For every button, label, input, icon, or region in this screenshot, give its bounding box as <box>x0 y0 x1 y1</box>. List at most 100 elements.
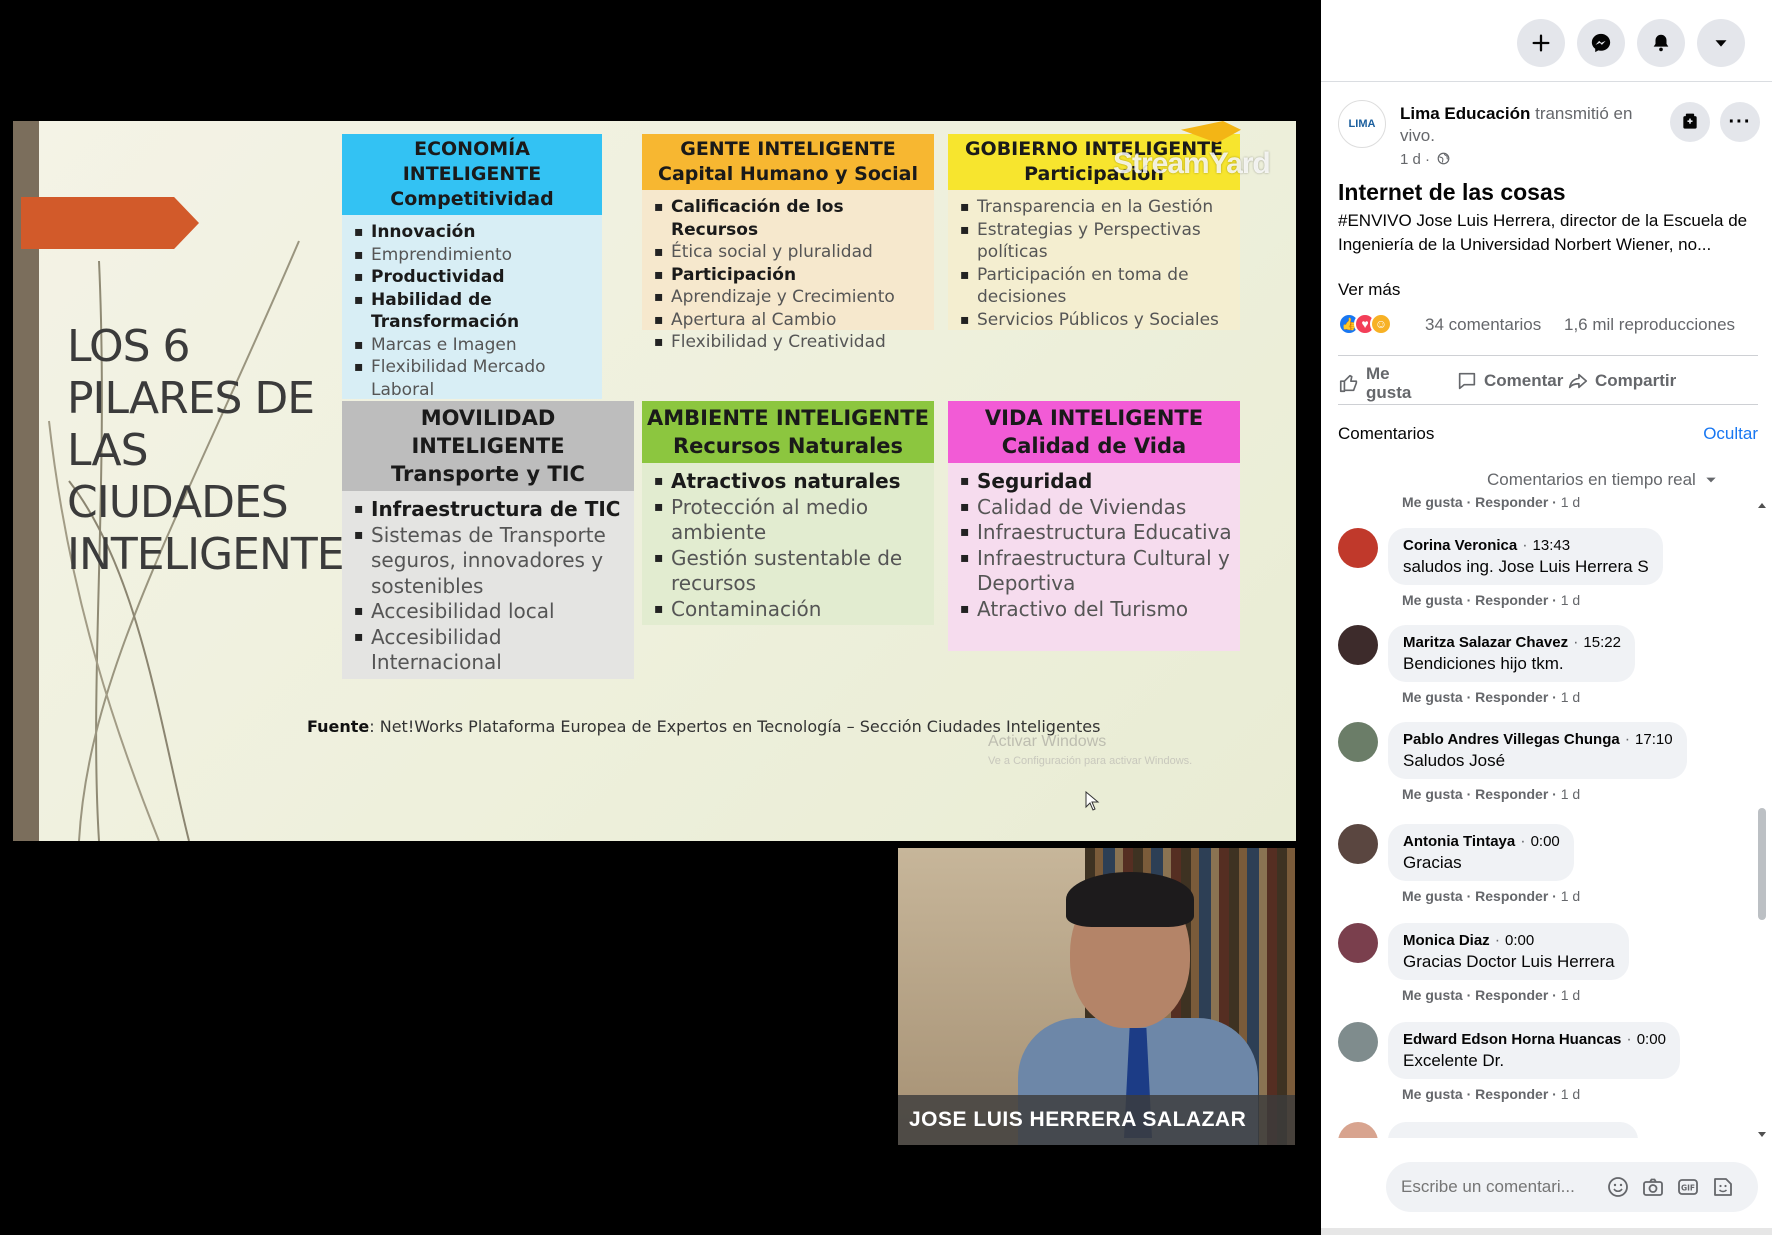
list-item: Innovación <box>354 221 596 244</box>
avatar[interactable] <box>1338 528 1378 568</box>
list-item: Infraestructura Educativa <box>960 520 1234 546</box>
messenger-icon <box>1591 33 1611 53</box>
like-button[interactable]: Me gusta <box>1338 364 1418 402</box>
avatar[interactable] <box>1338 1122 1378 1138</box>
comment-like-link[interactable]: Me gusta <box>1402 1086 1463 1102</box>
comment-like-link[interactable]: Me gusta <box>1402 888 1463 904</box>
sticker-icon[interactable] <box>1711 1175 1735 1199</box>
comment-timestamp[interactable]: 17:10 <box>1635 731 1673 748</box>
list-item: Emprendimiento <box>354 244 596 267</box>
messenger-button[interactable] <box>1577 19 1625 67</box>
list-item: Productividad <box>354 266 596 289</box>
gif-icon[interactable]: GIF <box>1676 1175 1700 1199</box>
box-header: GENTE INTELIGENTE Capital Humano y Social <box>642 134 934 190</box>
svg-text:GIF: GIF <box>1681 1184 1695 1193</box>
box-header: MOVILIDAD INTELIGENTE Transporte y TIC <box>342 401 634 491</box>
notifications-button[interactable] <box>1637 19 1685 67</box>
list-item: Calidad de Viviendas <box>960 495 1234 521</box>
comment-actions: Me gusta · Responder · 1 d <box>1402 888 1581 904</box>
box-gente: GENTE INTELIGENTE Capital Humano y Social… <box>642 134 934 353</box>
avatar[interactable] <box>1338 1022 1378 1062</box>
caret-down-icon <box>1715 40 1727 47</box>
comment-input[interactable] <box>1401 1162 1601 1212</box>
account-menu-button[interactable] <box>1697 19 1745 67</box>
avatar[interactable] <box>1338 625 1378 665</box>
box-body: Innovación Emprendimiento Productividad … <box>342 215 602 400</box>
comment-like-link[interactable]: Me gusta <box>1402 689 1463 705</box>
commenter-name[interactable]: Pablo Andres Villegas Chunga <box>1403 731 1620 748</box>
box-body: Transparencia en la Gestión Estrategias … <box>948 190 1240 331</box>
comment-text: Saludos José <box>1403 751 1506 770</box>
share-button[interactable]: Compartir <box>1567 370 1676 392</box>
comment-reply-link[interactable]: Responder <box>1475 786 1548 802</box>
speaker-hair <box>1066 872 1194 927</box>
list-item: Participación <box>654 264 928 287</box>
more-options-button[interactable]: ··· <box>1720 102 1760 142</box>
webcam-feed: JOSE LUIS HERRERA SALAZAR <box>898 848 1295 1145</box>
avatar[interactable] <box>1338 824 1378 864</box>
list-item: Calificación de los Recursos <box>654 196 928 241</box>
page-avatar[interactable]: LIMA <box>1338 100 1386 148</box>
list-item: Atractivos naturales <box>654 469 928 495</box>
comment-actions: Me gusta · Responder · 1 d <box>1402 592 1581 608</box>
comment-timestamp[interactable]: 0:00 <box>1637 1031 1666 1048</box>
comment-time: 1 d <box>1560 786 1581 802</box>
comment-reply-link[interactable]: Responder <box>1475 689 1548 705</box>
comment-time: 1 d <box>1560 494 1581 510</box>
comment-reply-link[interactable]: Responder <box>1475 888 1548 904</box>
list-item: Sistemas de Transporte seguros, innovado… <box>354 523 628 600</box>
see-more-link[interactable]: Ver más <box>1338 280 1400 300</box>
comment-reply-link[interactable]: Responder <box>1475 987 1548 1003</box>
avatar[interactable] <box>1338 722 1378 762</box>
comment-reply-link[interactable]: Responder <box>1475 1086 1548 1102</box>
reactions-summary[interactable]: 👍 ♥ ☺ <box>1338 313 1392 335</box>
comment-count[interactable]: 34 comentarios <box>1425 315 1541 335</box>
comment-reply-link[interactable]: Responder <box>1475 494 1548 510</box>
post-actions-bar: Me gusta Comentar Compartir <box>1338 355 1758 405</box>
comment-like-link[interactable]: Me gusta <box>1402 786 1463 802</box>
globe-icon <box>1437 152 1450 165</box>
comment-reply-link[interactable]: Responder <box>1475 592 1548 608</box>
list-item: Atractivo del Turismo <box>960 597 1234 623</box>
comment-like-link[interactable]: Me gusta <box>1402 592 1463 608</box>
thumbs-up-icon <box>1339 374 1358 393</box>
emoji-icon[interactable] <box>1606 1175 1630 1199</box>
comment-timestamp[interactable]: 0:00 <box>1531 833 1560 850</box>
share-arrow-icon <box>1568 373 1588 389</box>
comment-like-link[interactable]: Me gusta <box>1402 494 1463 510</box>
box-body: Atractivos naturales Protección al medio… <box>642 463 934 625</box>
avatar[interactable] <box>1338 923 1378 963</box>
commenter-name[interactable]: Edward Edson Horna Huancas <box>1403 1031 1621 1048</box>
list-item: Marcas e Imagen <box>354 334 596 357</box>
video-player[interactable]: LOS 6 PILARES DE LAS CIUDADES INTELIGENT… <box>0 0 1321 1235</box>
post-timestamp[interactable]: 1 d · <box>1400 151 1430 168</box>
save-video-button[interactable] <box>1670 102 1710 142</box>
bottom-edge <box>1321 1228 1772 1235</box>
list-item: Gestión sustentable de recursos <box>654 546 928 597</box>
comment-actions: Me gusta · Responder · 1 d <box>1402 1086 1581 1102</box>
slide-arrow-shape <box>21 197 199 249</box>
commenter-name[interactable]: Corina Veronica <box>1403 537 1517 554</box>
page-name-link[interactable]: Lima Educación <box>1400 104 1530 123</box>
comment-timestamp[interactable]: 13:43 <box>1533 537 1571 554</box>
comment-like-link[interactable]: Me gusta <box>1402 987 1463 1003</box>
box-ambiente: AMBIENTE INTELIGENTERecursos Naturales A… <box>642 401 934 625</box>
ellipsis-icon: ··· <box>1728 110 1752 133</box>
comment-button[interactable]: Comentar <box>1456 370 1563 392</box>
comment-bubble-icon <box>1458 372 1476 390</box>
box-body: Infraestructura de TIC Sistemas de Trans… <box>342 491 634 679</box>
commenter-name[interactable]: Monica Diaz <box>1403 932 1490 949</box>
commenter-name[interactable]: Maritza Salazar Chavez <box>1403 634 1568 651</box>
comment-filter-dropdown[interactable]: Comentarios en tiempo real <box>1487 470 1718 490</box>
comment-timestamp[interactable]: 0:00 <box>1505 932 1534 949</box>
comment-text: Gracias Doctor Luis Herrera <box>1403 952 1615 971</box>
commenter-name[interactable]: Antonia Tintaya <box>1403 833 1515 850</box>
hide-comments-link[interactable]: Ocultar <box>1703 424 1758 444</box>
scrollbar-thumb[interactable] <box>1758 808 1766 920</box>
box-movilidad: MOVILIDADINTELIGENTETransporte y TIC Inf… <box>342 401 634 679</box>
camera-icon[interactable] <box>1641 1175 1665 1199</box>
comment-text: Excelente Dr. <box>1403 1051 1505 1070</box>
list-item: Apertura al Cambio <box>654 309 928 332</box>
comment-timestamp[interactable]: 15:22 <box>1583 634 1621 651</box>
create-button[interactable] <box>1517 19 1565 67</box>
